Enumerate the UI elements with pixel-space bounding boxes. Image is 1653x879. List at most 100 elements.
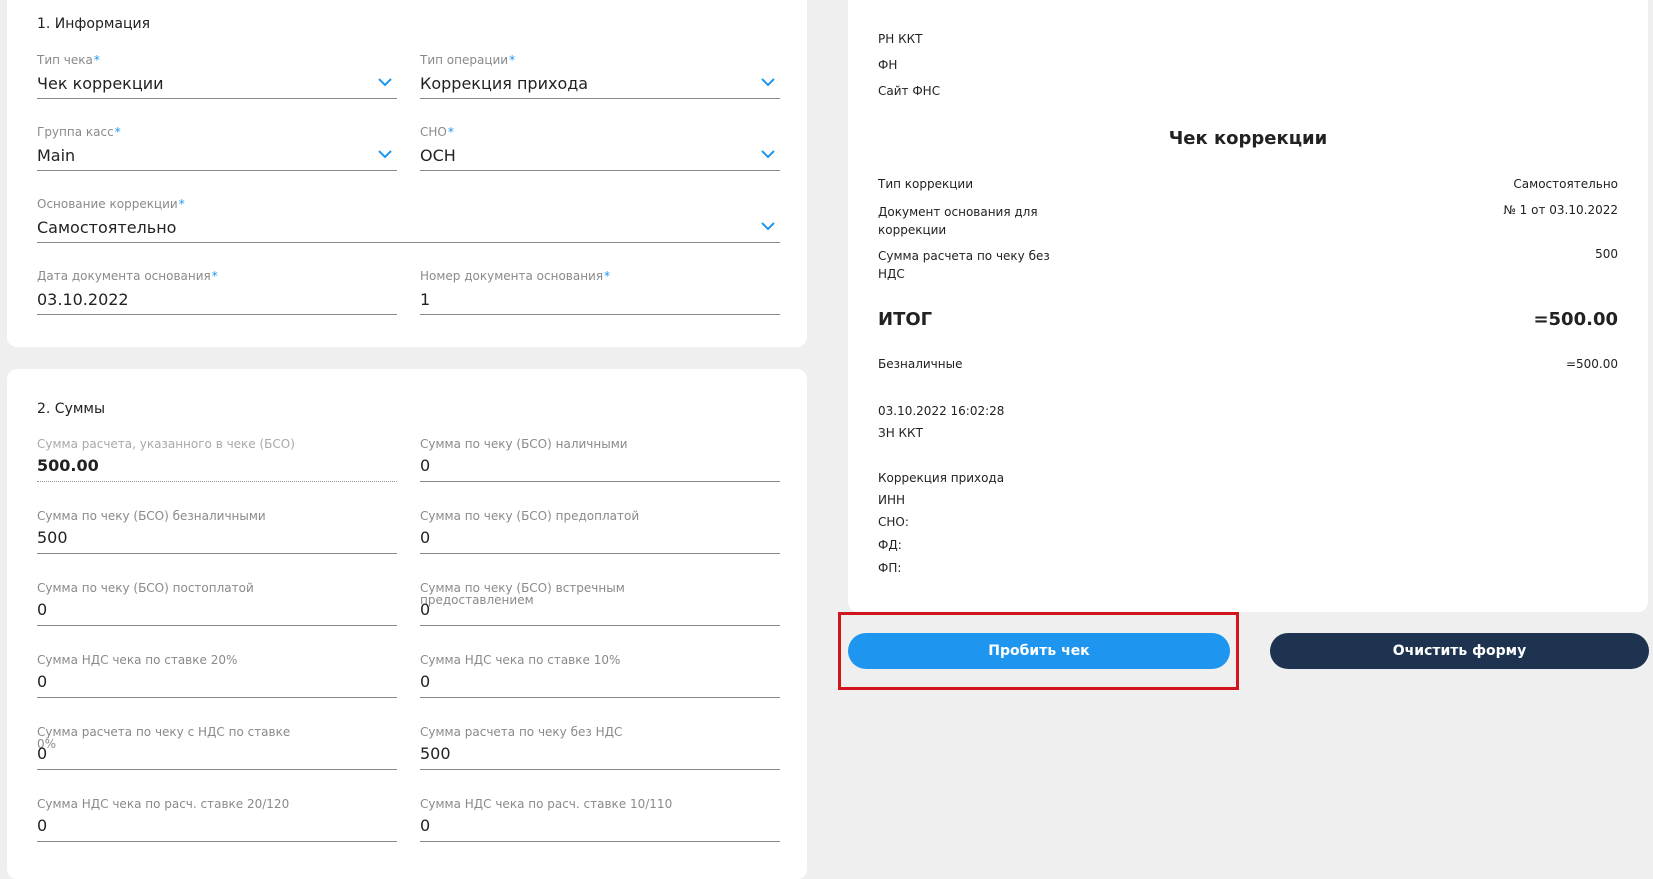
field-underline — [37, 553, 397, 554]
chevron-down-icon — [378, 150, 392, 159]
clear-form-button[interactable]: Очистить форму — [1270, 633, 1649, 669]
sum-no-vat-value: 500 — [420, 744, 451, 763]
chevron-down-icon — [761, 222, 775, 231]
basis-doc-number-input[interactable]: Номер документа основания* 1 — [420, 269, 780, 315]
receipt-preview: РН ККТ ФН Сайт ФНС Чек коррекции Тип кор… — [848, 0, 1648, 612]
sno-select[interactable]: СНО* ОСН — [420, 125, 780, 171]
basis-doc-date-label: Дата документа основания — [37, 269, 211, 283]
basis-doc-date-input[interactable]: Дата документа основания* 03.10.2022 — [37, 269, 397, 315]
receipt-title: Чек коррекции — [1168, 128, 1328, 149]
sum-counter-value: 0 — [420, 600, 431, 619]
required-mark: * — [509, 53, 516, 67]
receipt-type-label: Тип чека — [37, 53, 93, 67]
sum-prepaid-input[interactable]: Сумма по чеку (БСО) предоплатой 0 — [420, 510, 780, 554]
sno-label: СНО — [420, 125, 447, 139]
field-underline — [420, 625, 780, 626]
receipt-fns-site: Сайт ФНС — [878, 84, 941, 98]
sum-vat0-input[interactable]: Сумма расчета по чеку с НДС по ставке 0%… — [37, 726, 397, 770]
field-underline — [420, 769, 780, 770]
sum-prepaid-value: 0 — [420, 528, 431, 547]
required-mark: * — [93, 53, 100, 67]
sum-total-input[interactable]: Сумма расчета, указанного в чеке (БСО) 5… — [37, 438, 397, 482]
basis-doc-number-label: Номер документа основания — [420, 269, 604, 283]
vat20-120-input[interactable]: Сумма НДС чека по расч. ставке 20/120 0 — [37, 798, 397, 842]
vat10-110-input[interactable]: Сумма НДС чека по расч. ставке 10/110 0 — [420, 798, 780, 842]
sno-value: ОСН — [420, 146, 456, 165]
basis-doc-date-value: 03.10.2022 — [37, 290, 129, 309]
basis-doc-label: Документ основания для коррекции — [878, 205, 1038, 237]
receipt-type-value: Чек коррекции — [37, 74, 164, 93]
field-underline — [420, 314, 780, 315]
correction-basis-label: Основание коррекции — [37, 197, 178, 211]
sum-vat0-label: Сумма расчета по чеку с НДС по ставке 0% — [37, 725, 291, 751]
vat20-120-value: 0 — [37, 816, 48, 835]
field-underline — [37, 625, 397, 626]
sum-cash-value: 0 — [420, 456, 431, 475]
cash-group-label: Группа касс — [37, 125, 114, 139]
submit-receipt-button[interactable]: Пробить чек — [848, 633, 1230, 669]
field-underline — [420, 98, 780, 99]
cash-group-select[interactable]: Группа касс* Main — [37, 125, 397, 171]
sum-postpaid-input[interactable]: Сумма по чеку (БСО) постоплатой 0 — [37, 582, 397, 626]
chevron-down-icon — [378, 78, 392, 87]
sums-card: 2. Суммы Сумма расчета, указанного в чек… — [7, 369, 807, 879]
chevron-down-icon — [761, 78, 775, 87]
sum-cash-label: Сумма по чеку (БСО) наличными — [420, 437, 628, 451]
vat20-input[interactable]: Сумма НДС чека по ставке 20% 0 — [37, 654, 397, 698]
sum-cash-input[interactable]: Сумма по чеку (БСО) наличными 0 — [420, 438, 780, 482]
field-underline — [420, 841, 780, 842]
required-mark: * — [178, 197, 185, 211]
sum-no-vat-receipt-label: Сумма расчета по чеку без НДС — [878, 249, 1050, 281]
field-underline — [420, 481, 780, 482]
correction-type-label: Тип коррекции — [878, 177, 974, 191]
chevron-down-icon — [761, 150, 775, 159]
operation-type-select[interactable]: Тип операции* Коррекция прихода — [420, 53, 780, 99]
sum-cashless-input[interactable]: Сумма по чеку (БСО) безналичными 500 — [37, 510, 397, 554]
receipt-zn-kkt: ЗН ККТ — [878, 426, 923, 440]
field-underline — [37, 170, 397, 171]
field-underline — [37, 841, 397, 842]
sum-no-vat-receipt-value: 500 — [1595, 247, 1618, 261]
receipt-inn: ИНН — [878, 493, 906, 507]
correction-basis-value: Самостоятельно — [37, 218, 177, 237]
receipt-fd: ФД: — [878, 538, 902, 552]
vat10-110-label: Сумма НДС чека по расч. ставке 10/110 — [420, 797, 673, 811]
correction-basis-select[interactable]: Основание коррекции* Самостоятельно — [37, 197, 780, 243]
sum-total-value: 500.00 — [37, 456, 99, 475]
sum-total-label: Сумма расчета, указанного в чеке (БСО) — [37, 437, 295, 451]
receipt-fn: ФН — [878, 58, 898, 72]
required-mark: * — [604, 269, 611, 283]
sum-cashless-value: 500 — [37, 528, 68, 547]
operation-type-value: Коррекция прихода — [420, 74, 589, 93]
receipt-rn-kkt: РН ККТ — [878, 32, 923, 46]
field-underline — [420, 170, 780, 171]
sums-section-title: 2. Суммы — [37, 401, 106, 417]
vat20-value: 0 — [37, 672, 48, 691]
total-value: =500.00 — [1533, 309, 1618, 330]
sum-postpaid-value: 0 — [37, 600, 48, 619]
receipt-type-select[interactable]: Тип чека* Чек коррекции — [37, 53, 397, 99]
field-underline — [37, 314, 397, 315]
sum-vat0-value: 0 — [37, 744, 48, 763]
total-label: ИТОГ — [878, 309, 933, 330]
vat20-label: Сумма НДС чека по ставке 20% — [37, 653, 238, 667]
field-underline — [420, 697, 780, 698]
field-underline — [37, 481, 397, 482]
correction-type-value: Самостоятельно — [1513, 177, 1618, 191]
operation-type-label: Тип операции — [420, 53, 509, 67]
field-underline — [37, 98, 397, 99]
sum-counter-input[interactable]: Сумма по чеку (БСО) встречным предоставл… — [420, 582, 780, 626]
field-underline — [37, 769, 397, 770]
receipt-fp: ФП: — [878, 561, 902, 575]
sum-counter-label: Сумма по чеку (БСО) встречным предоставл… — [420, 581, 625, 607]
field-underline — [420, 553, 780, 554]
sum-no-vat-input[interactable]: Сумма расчета по чеку без НДС 500 — [420, 726, 780, 770]
required-mark: * — [447, 125, 454, 139]
cash-group-value: Main — [37, 146, 76, 165]
receipt-datetime: 03.10.2022 16:02:28 — [878, 404, 1005, 418]
required-mark: * — [114, 125, 121, 139]
sum-postpaid-label: Сумма по чеку (БСО) постоплатой — [37, 581, 254, 595]
vat10-input[interactable]: Сумма НДС чека по ставке 10% 0 — [420, 654, 780, 698]
required-mark: * — [211, 269, 218, 283]
sum-prepaid-label: Сумма по чеку (БСО) предоплатой — [420, 509, 640, 523]
